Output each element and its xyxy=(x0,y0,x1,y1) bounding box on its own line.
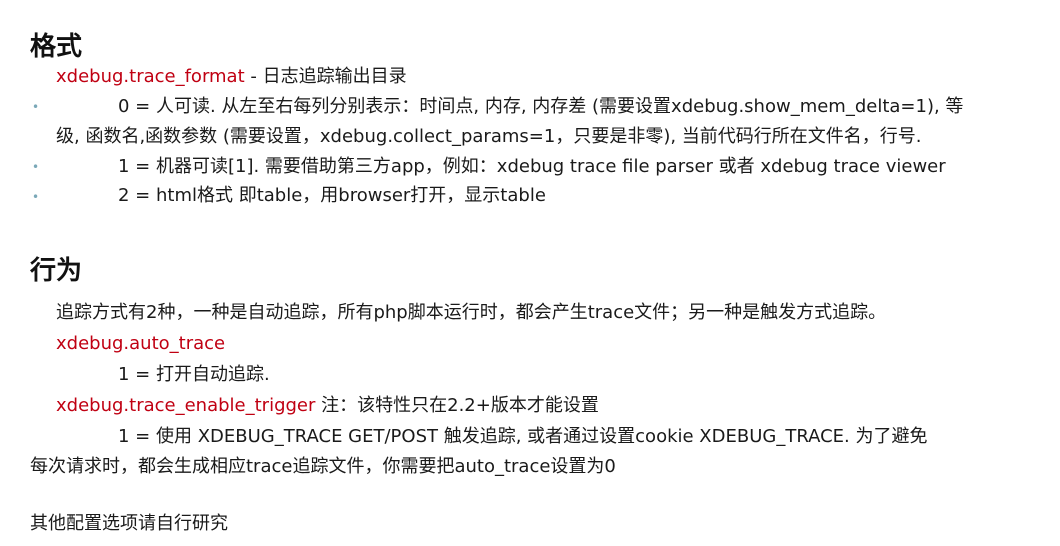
page: { "format_section": { "heading": "格式", "… xyxy=(0,0,1060,546)
format-heading: 格式 xyxy=(30,32,83,62)
bullet-icon: • xyxy=(32,100,40,114)
trigger-key: xdebug.trace_enable_trigger xyxy=(56,395,316,416)
trace-format-desc: - 日志追踪输出目录 xyxy=(244,66,407,87)
footer-text: 其他配置选项请自行研究 xyxy=(30,513,228,534)
bullet-0-line2: 级, 函数名,函数参数 (需要设置，xdebug.collect_params=… xyxy=(56,126,922,147)
trigger-note: 注：该特性只在2.2+版本才能设置 xyxy=(315,395,599,416)
trace-format-line: xdebug.trace_format - 日志追踪输出目录 xyxy=(56,66,407,88)
behavior-heading: 行为 xyxy=(30,256,83,286)
bullet-1-line: 1 = 机器可读[1]. 需要借助第三方app，例如：xdebug trace … xyxy=(118,156,946,177)
trace-format-key: xdebug.trace_format xyxy=(56,66,245,87)
bullet-icon: • xyxy=(32,190,40,204)
bullet-0-line1: 0 = 人可读. 从左至右每列分别表示：时间点, 内存, 内存差 (需要设置xd… xyxy=(118,96,964,117)
auto-trace-key: xdebug.auto_trace xyxy=(56,333,226,354)
trigger-value-line1: 1 = 使用 XDEBUG_TRACE GET/POST 触发追踪, 或者通过设… xyxy=(118,426,928,447)
bullet-2-line: 2 = html格式 即table，用browser打开，显示table xyxy=(118,185,546,206)
trigger-line: xdebug.trace_enable_trigger 注：该特性只在2.2+版… xyxy=(56,395,599,417)
auto-trace-value: 1 = 打开自动追踪. xyxy=(118,364,270,385)
behavior-intro: 追踪方式有2种，一种是自动追踪，所有php脚本运行时，都会产生trace文件；另… xyxy=(56,302,887,323)
bullet-icon: • xyxy=(32,160,40,174)
trigger-value-line2: 每次请求时，都会生成相应trace追踪文件，你需要把auto_trace设置为0 xyxy=(30,456,616,477)
